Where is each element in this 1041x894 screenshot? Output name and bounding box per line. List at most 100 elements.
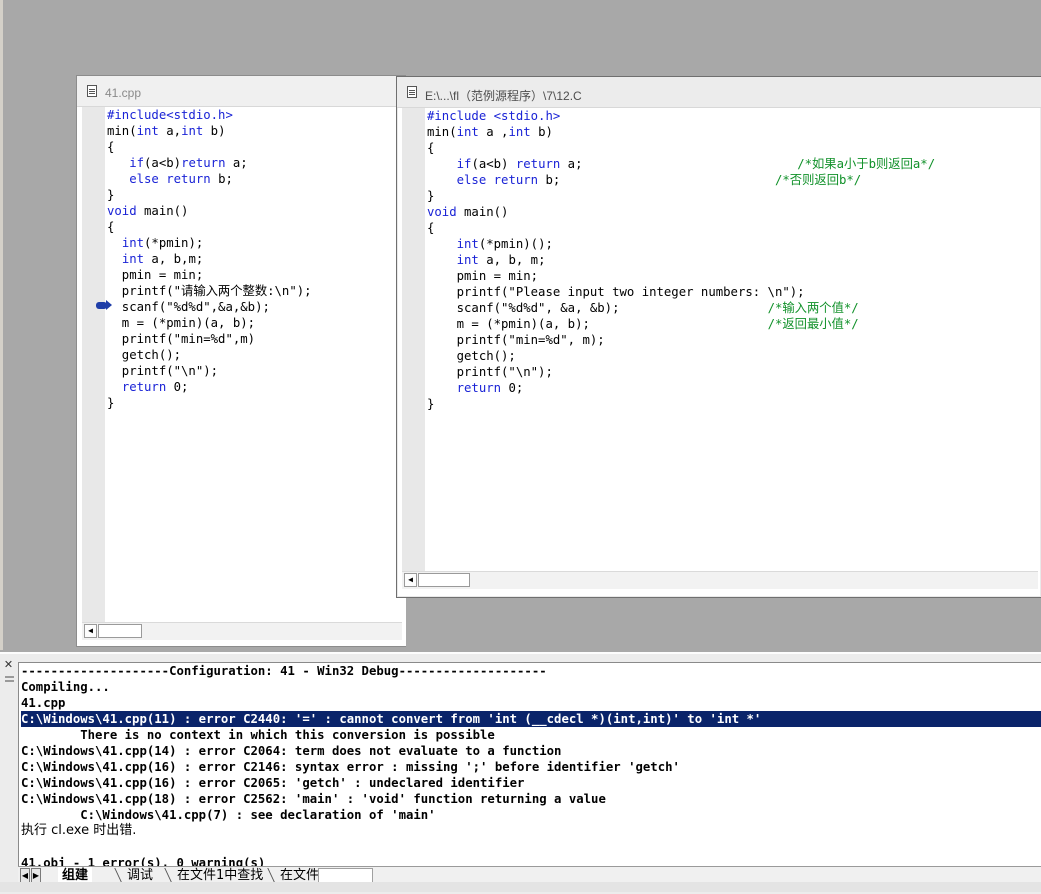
code-line: pmin = min; [427, 268, 1041, 284]
code-text: main() [136, 204, 189, 218]
left-border [0, 0, 3, 650]
document-icon [87, 85, 97, 97]
code-text: a, b, m; [478, 253, 546, 267]
scroll-left-icon[interactable]: ◀ [84, 624, 97, 638]
code-keyword: return [456, 381, 502, 395]
code-text: { [427, 221, 435, 235]
code-text: (a<b) [144, 156, 182, 170]
code-line: getch(); [427, 348, 1041, 364]
code-keyword: int [121, 252, 145, 266]
window-title: 41.cpp [105, 86, 142, 100]
code-keyword: if [129, 156, 145, 170]
output-hscroll[interactable] [318, 868, 373, 883]
editor-gutter [402, 108, 425, 571]
code-text: printf("min=%d", m); [427, 333, 605, 347]
code-text: b; [210, 172, 233, 186]
code-line: scanf("%d%d",&a,&b); [107, 299, 406, 315]
grip-handle[interactable] [5, 680, 14, 682]
code-text: a , [478, 125, 509, 139]
scrollbar-thumb[interactable] [98, 624, 142, 638]
code-line: #include <stdio.h> [427, 108, 1041, 124]
output-line[interactable]: Compiling... [21, 679, 1041, 695]
code-keyword: int [508, 125, 531, 139]
code-line: } [427, 188, 1041, 204]
grip-handle[interactable] [5, 676, 14, 678]
code-keyword: return [121, 380, 167, 394]
code-text: b) [203, 124, 226, 138]
output-line[interactable]: C:\Windows\41.cpp(16) : error C2065: 'ge… [21, 775, 1041, 791]
output-line[interactable]: 执行 cl.exe 时出错. [21, 823, 1041, 839]
output-line[interactable]: C:\Windows\41.cpp(7) : see declaration o… [21, 807, 1041, 823]
code-comment: /*输入两个值*/ [767, 301, 859, 315]
code-keyword: else [129, 172, 159, 186]
code-keyword: else [456, 173, 487, 187]
code-text: (*pmin)(); [478, 237, 553, 251]
editor-window-12c[interactable]: E:\...\fl（范例源程序）\7\12.C #include <stdio.… [396, 76, 1041, 598]
output-line[interactable] [21, 839, 1041, 855]
output-line[interactable]: 41.cpp [21, 695, 1041, 711]
code-line: printf("\n"); [107, 363, 406, 379]
output-line[interactable]: C:\Windows\41.cpp(14) : error C2064: ter… [21, 743, 1041, 759]
code-line: void main() [107, 203, 406, 219]
scroll-left-icon[interactable]: ◀ [404, 573, 417, 587]
code-text: printf("Please input two integer numbers… [427, 285, 805, 299]
window-title: E:\...\fl（范例源程序）\7\12.C [425, 89, 582, 103]
scrollbar-thumb[interactable] [418, 573, 470, 587]
code-text: 0; [166, 380, 189, 394]
code-keyword: return [181, 156, 226, 170]
output-line[interactable]: There is no context in which this conver… [21, 727, 1041, 743]
code-text: m = (*pmin)(a, b); [427, 317, 590, 331]
code-text: #include <stdio.h> [427, 109, 561, 123]
code-line: } [107, 187, 406, 203]
code-line: m = (*pmin)(a, b); /*返回最小值*/ [427, 316, 1041, 332]
code-text: } [427, 189, 435, 203]
code-text: m = (*pmin)(a, b); [107, 316, 256, 330]
code-line: int a, b, m; [427, 252, 1041, 268]
horizontal-scrollbar[interactable]: ◀ [82, 622, 402, 640]
code-line: printf("min=%d", m); [427, 332, 1041, 348]
code-editor[interactable]: #include <stdio.h> min(int a ,int b){ if(… [427, 108, 1041, 412]
code-text: pmin = min; [427, 269, 539, 283]
build-output[interactable]: --------------------Configuration: 41 - … [18, 662, 1041, 868]
code-text: 0; [501, 381, 524, 395]
code-text: b; [538, 173, 775, 187]
code-text: b) [530, 125, 553, 139]
output-line-selected[interactable]: C:\Windows\41.cpp(11) : error C2440: '='… [21, 711, 1041, 727]
editor-window-41cpp[interactable]: 41.cpp #include<stdio.h> min(int a,int b)… [76, 75, 406, 647]
close-icon[interactable]: ✕ [3, 659, 14, 671]
horizontal-scrollbar[interactable]: ◀ [402, 571, 1038, 589]
code-text: getch(); [107, 348, 182, 362]
code-text: #include<stdio.h> [107, 108, 233, 122]
tab-scroll-right-icon[interactable]: ▶ [31, 868, 41, 883]
build-output-text: --------------------Configuration: 41 - … [19, 663, 1041, 868]
code-text: a, [158, 124, 182, 138]
code-line: printf("min=%d",m) [107, 331, 406, 347]
code-keyword: int [456, 237, 479, 251]
code-line: else return b; [107, 171, 406, 187]
code-line: return 0; [427, 380, 1041, 396]
output-line[interactable]: --------------------Configuration: 41 - … [21, 663, 1041, 679]
code-text: printf("\n"); [427, 365, 553, 379]
code-line: printf("Please input two integer numbers… [427, 284, 1041, 300]
code-editor[interactable]: #include<stdio.h> min(int a,int b){ if(a<… [107, 107, 406, 411]
window-titlebar[interactable]: E:\...\fl（范例源程序）\7\12.C [397, 77, 1041, 108]
code-line: int(*pmin)(); [427, 236, 1041, 252]
code-text: getch(); [427, 349, 516, 363]
code-line: printf("\n"); [427, 364, 1041, 380]
code-text: { [107, 220, 115, 234]
tab-scroll-left-icon[interactable]: ◀ [20, 868, 30, 883]
output-line[interactable]: C:\Windows\41.cpp(16) : error C2146: syn… [21, 759, 1041, 775]
window-titlebar[interactable]: 41.cpp [77, 76, 406, 107]
code-line: scanf("%d%d", &a, &b); /*输入两个值*/ [427, 300, 1041, 316]
code-keyword: return [493, 173, 539, 187]
output-line[interactable]: C:\Windows\41.cpp(18) : error C2562: 'ma… [21, 791, 1041, 807]
code-keyword: if [456, 157, 472, 171]
code-text: (*pmin); [144, 236, 204, 250]
